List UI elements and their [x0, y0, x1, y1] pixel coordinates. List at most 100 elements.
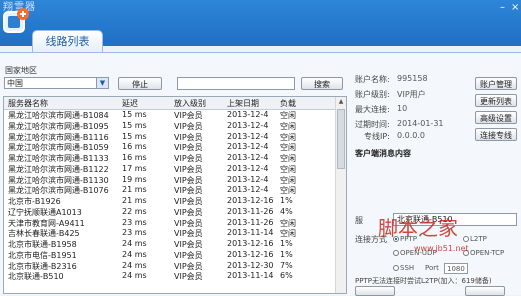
refresh-list-button[interactable]: 更新列表 — [475, 94, 517, 107]
table-row[interactable]: 黑龙江哈尔滨市网通-B1059 16 ms VIP会员 2013-12-4 空闲 — [4, 142, 336, 153]
server-label: 服 — [355, 216, 363, 225]
table-row[interactable]: 北京联通-B510 24 ms VIP会员 2013-11-14 6% — [4, 271, 336, 282]
table-row[interactable]: 黑龙江哈尔滨市网通-B1095 15 ms VIP会员 2013-12-4 空闲 — [4, 121, 336, 132]
table-row[interactable]: 辽宁抚顺联通A1013 22 ms VIP会员 2013-11-26 4% — [4, 207, 336, 218]
scroll-thumb[interactable] — [337, 109, 345, 169]
cell-server-name: 黑龙江哈尔滨市网通-B1122 — [8, 164, 109, 174]
expire-label: 过期时间: — [355, 120, 390, 129]
table-header: 服务器名称 延迟 放入级别 上架日期 负载 — [4, 97, 336, 110]
radio-ssh-label: SSH — [400, 264, 415, 272]
table-row[interactable]: 黑龙江哈尔滨市网通-B1133 16 ms VIP会员 2013-12-4 空闲 — [4, 153, 336, 164]
disconnect-button[interactable] — [465, 286, 505, 296]
cell-latency: 24 ms — [122, 239, 147, 248]
col-header-latency[interactable]: 延迟 — [122, 98, 138, 109]
max-connections-label: 最大连接: — [355, 105, 390, 114]
cell-server-name: 黑龙江哈尔滨市网通-B1084 — [8, 111, 109, 120]
account-level-value: VIP用户 — [397, 90, 426, 99]
chevron-down-icon[interactable]: ▼ — [96, 78, 108, 88]
max-connections-value: 10 — [397, 104, 408, 113]
cell-latency: 21 ms — [122, 196, 147, 205]
cell-latency: 23 ms — [122, 228, 147, 238]
connect-dedicated-button[interactable]: 连接专线 — [475, 128, 517, 141]
cell-date: 2013-12-30 — [227, 260, 274, 270]
cell-load: 空闲 — [280, 111, 296, 120]
cell-date: 2013-12-16 — [227, 249, 274, 259]
cell-latency: 16 ms — [122, 153, 147, 162]
table-row[interactable]: 北京市联通-B1958 24 ms VIP会员 2013-12-16 1% — [4, 239, 336, 250]
search-input[interactable] — [177, 77, 295, 90]
cell-date: 2013-11-14 — [227, 271, 274, 281]
cell-level: VIP会员 — [174, 164, 203, 174]
cell-level: VIP会员 — [174, 240, 203, 249]
stop-button[interactable]: 停止 — [118, 77, 162, 90]
table-row[interactable]: 黑龙江哈尔滨市网通-B1116 15 ms VIP会员 2013-12-4 空闲 — [4, 132, 336, 143]
cell-level: VIP会员 — [174, 207, 203, 217]
cell-load: 空闲 — [280, 132, 296, 142]
col-header-level[interactable]: 放入级别 — [174, 98, 206, 109]
table-row[interactable]: 北京市电信-B1951 24 ms VIP会员 2013-12-16 1% — [4, 250, 336, 261]
radio-open-tcp[interactable]: OPEN-TCP — [463, 249, 504, 257]
cell-date: 2013-12-4 — [227, 110, 269, 119]
region-select[interactable]: 中国 ▼ — [4, 77, 109, 89]
radio-open-tcp-label: OPEN-TCP — [470, 249, 505, 257]
app-logo-icon — [2, 8, 30, 36]
cell-load: 1% — [280, 196, 293, 205]
radio-ssh[interactable]: SSH — [393, 264, 414, 272]
cell-date: 2013-12-4 — [227, 163, 269, 173]
cell-load: 1% — [280, 239, 293, 248]
cell-date: 2013-12-4 — [227, 131, 269, 141]
table-row[interactable]: 北京市-B1926 21 ms VIP会员 2013-12-16 1% — [4, 196, 336, 207]
close-button[interactable]: × — [511, 3, 519, 13]
region-label: 国家地区 — [5, 66, 37, 75]
cell-latency: 15 ms — [122, 131, 147, 141]
cell-load: 1% — [280, 249, 293, 259]
cell-load: 空闲 — [280, 143, 296, 153]
cell-server-name: 辽宁抚顺联通A1013 — [8, 207, 82, 217]
scrollbar[interactable]: ▲ — [335, 97, 346, 293]
dedicated-ip-value: 0.0.0.0 — [397, 131, 425, 140]
watermark-logo: 脚本之家 — [378, 216, 458, 240]
port-field[interactable]: 1080 — [444, 263, 468, 274]
radio-l2tp[interactable]: L2TP — [463, 235, 487, 243]
advanced-settings-button[interactable]: 高级设置 — [475, 111, 517, 124]
table-row[interactable]: 黑龙江哈尔滨市网通-B1076 21 ms VIP会员 2013-12-4 空闲 — [4, 185, 336, 196]
radio-l2tp-label: L2TP — [470, 235, 487, 243]
cell-server-name: 北京市电信-B1951 — [8, 250, 77, 260]
cell-latency: 21 ms — [122, 185, 147, 195]
client-notice-title: 客户端消息内容 — [355, 149, 411, 158]
scroll-up-icon[interactable]: ▲ — [336, 97, 346, 107]
account-manage-button[interactable]: 账户管理 — [475, 77, 517, 90]
cell-load: 空闲 — [280, 229, 296, 239]
table-row[interactable]: 黑龙江哈尔滨市网通-B1084 15 ms VIP会员 2013-12-4 空闲 — [4, 110, 336, 121]
cell-load: 4% — [280, 206, 293, 216]
cell-date: 2013-12-16 — [227, 196, 274, 205]
cell-server-name: 黑龙江哈尔滨市网通-B1076 — [8, 186, 109, 196]
connect-button[interactable] — [355, 286, 395, 296]
cell-date: 2013-12-4 — [227, 174, 269, 184]
table-row[interactable]: 吉林长春联通-B425 23 ms VIP会员 2013-11-14 空闲 — [4, 228, 336, 239]
table-row[interactable]: 黑龙江哈尔滨市网通-B1122 17 ms VIP会员 2013-12-4 空闲 — [4, 164, 336, 175]
radio-dot-icon — [393, 250, 399, 256]
status-text: PPTP无法连接时尝试L2TP(加入：619储备) — [355, 277, 492, 285]
cell-server-name: 黑龙江哈尔滨市网通-B1133 — [8, 154, 109, 163]
cell-latency: 16 ms — [122, 142, 147, 152]
cell-load: 空闲 — [280, 154, 296, 163]
table-row[interactable]: 黑龙江哈尔滨市网通-B1130 19 ms VIP会员 2013-12-4 空闲 — [4, 175, 336, 186]
cell-server-name: 天津市教育网-A9411 — [8, 218, 85, 228]
cell-latency: 24 ms — [122, 260, 147, 270]
cell-level: VIP会员 — [174, 261, 203, 271]
minimize-button[interactable]: – — [500, 3, 505, 13]
tab-server-list[interactable]: 线路列表 — [32, 30, 103, 53]
table-row[interactable]: 天津市教育网-A9411 23 ms VIP会员 2013-11-26 空闲 — [4, 218, 336, 229]
account-name-value: 995158 — [397, 74, 428, 83]
cell-server-name: 吉林长春联通-B425 — [8, 229, 80, 239]
cell-server-name: 北京市联通-B1958 — [8, 240, 77, 249]
cell-date: 2013-12-4 — [227, 185, 269, 195]
cell-level: VIP会员 — [174, 272, 203, 282]
col-header-date[interactable]: 上架日期 — [227, 98, 259, 109]
cell-level: VIP会员 — [174, 121, 203, 131]
col-header-load[interactable]: 负载 — [280, 98, 296, 109]
table-row[interactable]: 北京市联通-B2316 24 ms VIP会员 2013-12-30 7% — [4, 261, 336, 272]
col-header-name[interactable]: 服务器名称 — [8, 98, 48, 109]
search-button[interactable]: 搜索 — [301, 77, 343, 90]
